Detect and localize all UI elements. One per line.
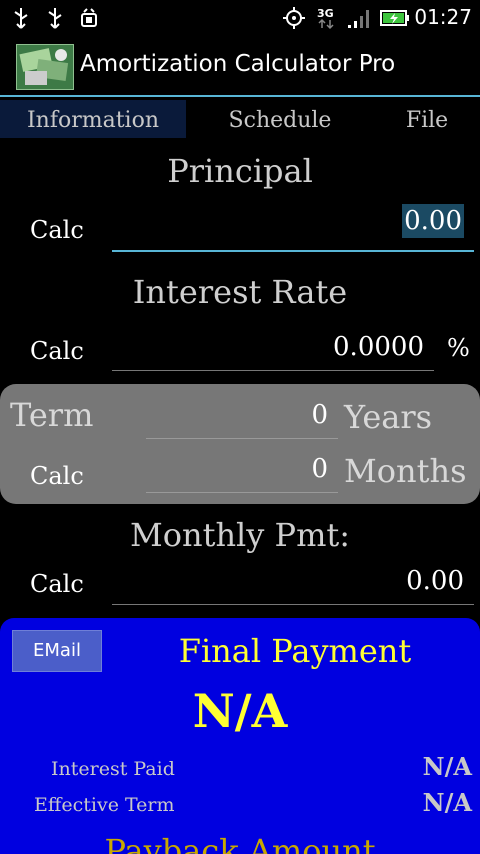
interest-input-underline [112, 370, 434, 371]
battery-charging-icon [380, 10, 409, 26]
monthly-payment-heading: Monthly Pmt: [129, 516, 351, 554]
title-divider [0, 95, 480, 97]
months-label: Months [344, 452, 467, 490]
effective-term-value: N/A [422, 788, 472, 817]
years-label: Years [344, 398, 433, 436]
principal-input-underline [112, 250, 474, 252]
interest-paid-label: Interest Paid [51, 758, 175, 780]
app-title: Amortization Calculator Pro [80, 51, 396, 77]
final-payment-value: N/A [192, 684, 288, 738]
svg-text:3G: 3G [317, 7, 334, 20]
clock: 01:27 [414, 5, 472, 29]
term-years-input[interactable]: 0 [146, 400, 328, 430]
gps-icon [283, 7, 305, 29]
android-debug-icon [81, 8, 97, 27]
principal-value: 0.00 [402, 204, 464, 238]
principal-heading: Principal [167, 152, 313, 190]
term-calc-button[interactable]: Calc [30, 462, 84, 490]
monthly-calc-button[interactable]: Calc [30, 570, 84, 598]
months-input-underline [146, 492, 338, 493]
status-bar: 3G 01:27 [0, 0, 480, 36]
percent-unit: % [447, 334, 470, 362]
signal-bars-icon [348, 10, 369, 28]
email-button[interactable]: EMail [12, 630, 102, 672]
tab-information[interactable]: Information [0, 100, 186, 138]
years-input-underline [146, 438, 338, 439]
tab-schedule[interactable]: Schedule [186, 100, 374, 138]
title-bar: Amortization Calculator Pro [0, 36, 480, 96]
principal-calc-button[interactable]: Calc [30, 216, 84, 244]
final-payment-title: Final Payment [178, 632, 412, 670]
usb-icon [48, 8, 62, 29]
tab-file[interactable]: File [374, 100, 480, 138]
term-months-input[interactable]: 0 [146, 454, 328, 484]
interest-heading: Interest Rate [132, 273, 348, 311]
principal-input[interactable]: 0.00 [112, 204, 464, 238]
3g-signal-icon: 3G [317, 7, 334, 30]
app-logo-icon [16, 44, 74, 90]
usb-icon [14, 8, 28, 29]
interest-input[interactable]: 0.0000 [112, 332, 424, 362]
monthly-payment-input[interactable]: 0.00 [112, 566, 464, 596]
effective-term-label: Effective Term [34, 794, 175, 816]
interest-paid-value: N/A [422, 752, 472, 781]
monthly-input-underline [112, 604, 474, 605]
term-panel: Term 0 Years Calc 0 Months [0, 384, 480, 504]
interest-calc-button[interactable]: Calc [30, 337, 84, 365]
results-panel: EMail Final Payment N/A Interest Paid N/… [0, 618, 480, 854]
term-label: Term [10, 396, 94, 434]
payback-amount-label: Payback Amount [104, 832, 376, 854]
